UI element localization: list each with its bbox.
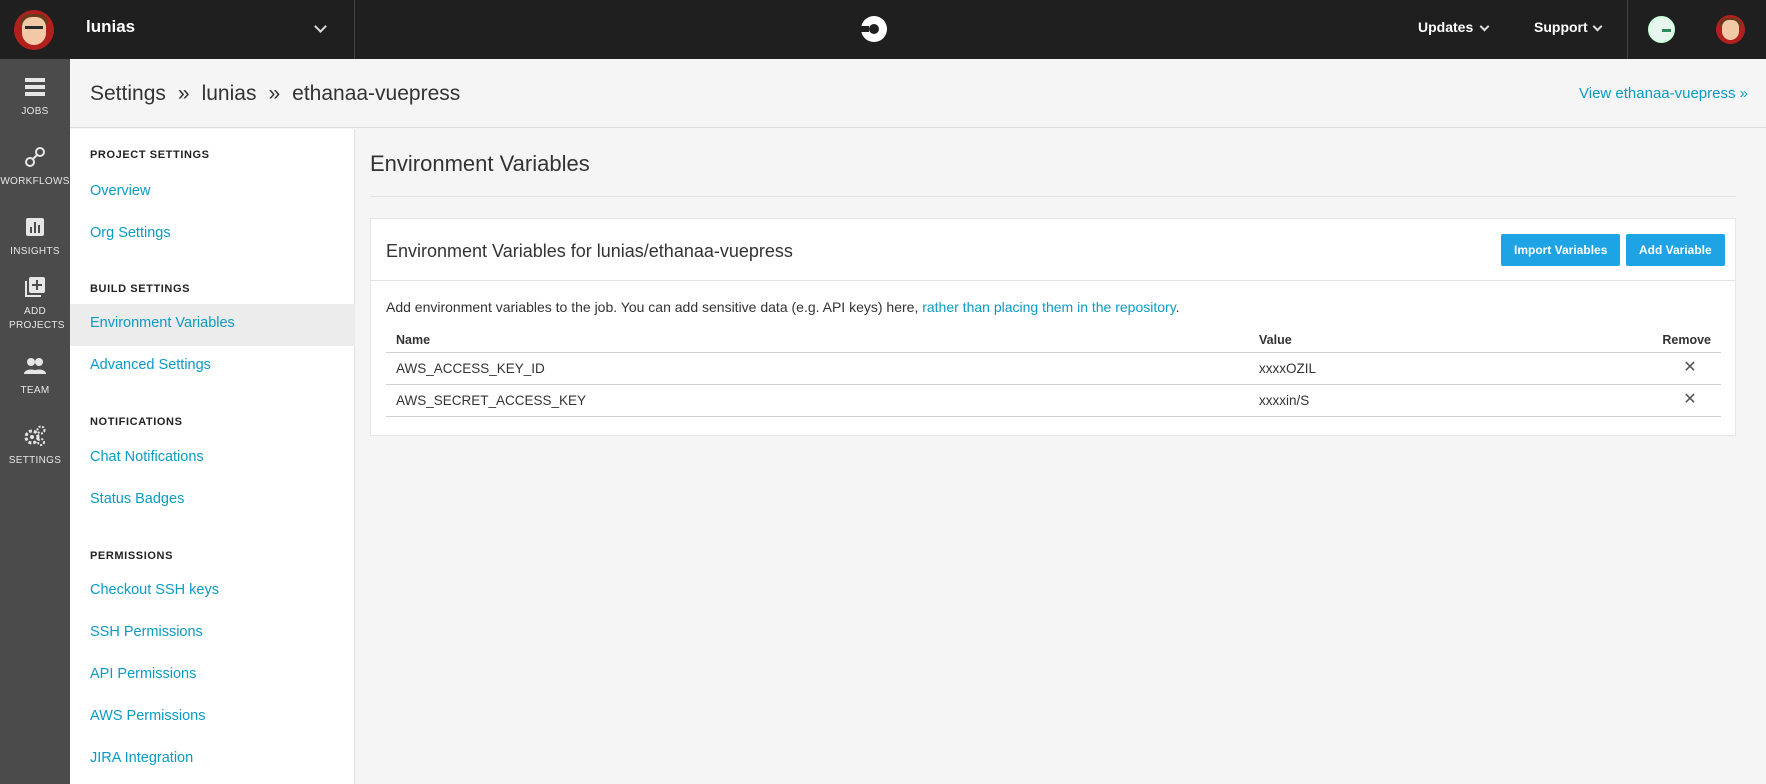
org-avatar[interactable]	[14, 10, 54, 50]
workflows-icon	[25, 147, 45, 167]
org-name[interactable]: lunias	[86, 17, 135, 37]
nav-link-org-settings[interactable]: Org Settings	[90, 225, 171, 241]
card-title: Environment Variables for lunias/ethanaa…	[386, 241, 793, 261]
variable-value: xxxxOZIL	[1259, 361, 1317, 376]
variable-value: xxxxin/S	[1259, 393, 1310, 408]
nav-link-chat-notifications[interactable]: Chat Notifications	[90, 449, 204, 465]
nav-link-checkout-ssh-keys[interactable]: Checkout SSH keys	[90, 582, 219, 598]
circleci-logo-icon[interactable]	[859, 14, 889, 44]
rail-label: JOBS	[21, 106, 49, 117]
nav-heading: PERMISSIONS	[90, 550, 174, 562]
page-title: Environment Variables	[370, 151, 590, 176]
settings-icon	[24, 425, 46, 446]
rail-item-workflows[interactable]: WORKFLOWS	[0, 145, 70, 189]
variable-name: AWS_SECRET_ACCESS_KEY	[396, 393, 587, 408]
nav-link-overview[interactable]: Overview	[90, 183, 150, 199]
nav-link-api-permissions[interactable]: API Permissions	[90, 666, 196, 682]
nav-heading: BUILD SETTINGS	[90, 283, 191, 295]
import-variables-button[interactable]: Import Variables	[1501, 234, 1621, 266]
env-vars-card: Environment Variables for lunias/ethanaa…	[370, 218, 1736, 436]
insights-icon	[26, 218, 44, 236]
nav-link-aws-permissions[interactable]: AWS Permissions	[90, 708, 205, 724]
nav-link-jira-integration[interactable]: JIRA Integration	[90, 750, 193, 766]
team-icon	[24, 358, 46, 374]
breadcrumb-item[interactable]: Settings	[90, 82, 166, 105]
column-header-remove: Remove	[1662, 333, 1711, 347]
updates-menu[interactable]: Updates	[1418, 19, 1473, 35]
left-rail: JOBS WORKFLOWS INSIGHTS ADD PROJECTS TEA…	[0, 59, 70, 784]
rail-item-insights[interactable]: INSIGHTS	[0, 215, 70, 259]
rail-label: WORKFLOWS	[0, 176, 70, 187]
nav-link-advanced-settings[interactable]: Advanced Settings	[90, 357, 211, 373]
rail-item-add-projects[interactable]: ADD PROJECTS	[0, 275, 70, 333]
env-vars-table: Name Value Remove AWS_ACCESS_KEY_ID xxxx…	[386, 325, 1721, 417]
table-row: AWS_ACCESS_KEY_ID xxxxOZIL ✕	[386, 353, 1721, 385]
repository-link[interactable]: rather than placing them in the reposito…	[922, 299, 1175, 315]
usage-gauge-icon[interactable]	[1648, 16, 1675, 43]
add-variable-button[interactable]: Add Variable	[1626, 234, 1725, 266]
rail-label: INSIGHTS	[10, 246, 60, 257]
view-project-link[interactable]: View ethanaa-vuepress »	[1579, 85, 1748, 102]
divider	[370, 196, 1736, 197]
divider	[1627, 0, 1628, 59]
nav-heading: NOTIFICATIONS	[90, 416, 183, 428]
chevron-down-icon[interactable]	[1479, 21, 1490, 32]
divider	[354, 0, 355, 59]
page-header: Settings » lunias » ethanaa-vuepress View et…	[70, 59, 1766, 128]
chevron-down-icon[interactable]	[314, 20, 327, 33]
table-row: AWS_SECRET_ACCESS_KEY xxxxin/S ✕	[386, 385, 1721, 417]
add-projects-icon	[25, 277, 45, 297]
rail-item-settings[interactable]: SETTINGS	[0, 424, 70, 468]
column-header-value: Value	[1259, 333, 1292, 347]
breadcrumb-separator: »	[177, 82, 190, 105]
column-header-name: Name	[396, 333, 431, 347]
remove-icon[interactable]: ✕	[1683, 360, 1697, 376]
description-end: .	[1175, 299, 1180, 315]
support-menu[interactable]: Support	[1534, 19, 1588, 35]
card-header: Environment Variables for lunias/ethanaa…	[371, 219, 1735, 281]
remove-icon[interactable]: ✕	[1683, 392, 1697, 408]
nav-link-ssh-permissions[interactable]: SSH Permissions	[90, 624, 203, 640]
table-header: Name Value Remove	[386, 325, 1721, 353]
nav-link-environment-variables[interactable]: Environment Variables	[90, 315, 235, 331]
rail-item-team[interactable]: TEAM	[0, 354, 70, 398]
variable-name: AWS_ACCESS_KEY_ID	[396, 361, 545, 376]
rail-label: ADD PROJECTS	[9, 306, 65, 331]
rail-label: TEAM	[20, 385, 50, 396]
description: Add environment variables to the job. Yo…	[386, 299, 1180, 315]
top-bar: lunias Updates Support	[0, 0, 1766, 59]
rail-label: SETTINGS	[8, 455, 62, 466]
nav-heading: PROJECT SETTINGS	[90, 149, 210, 161]
settings-sidebar: PROJECT SETTINGS Overview Org Settings B…	[70, 129, 355, 784]
rail-item-jobs[interactable]: JOBS	[0, 75, 70, 119]
breadcrumb-separator: »	[268, 82, 281, 105]
breadcrumb-item[interactable]: ethanaa-vuepress	[292, 82, 460, 105]
chevron-down-icon[interactable]	[1592, 21, 1603, 32]
user-avatar[interactable]	[1716, 15, 1745, 44]
jobs-icon	[25, 78, 45, 96]
nav-link-status-badges[interactable]: Status Badges	[90, 491, 184, 507]
breadcrumb: Settings » lunias » ethanaa-vuepress	[90, 82, 460, 106]
breadcrumb-item[interactable]: lunias	[202, 82, 257, 105]
description-text: Add environment variables to the job. Yo…	[386, 299, 923, 315]
